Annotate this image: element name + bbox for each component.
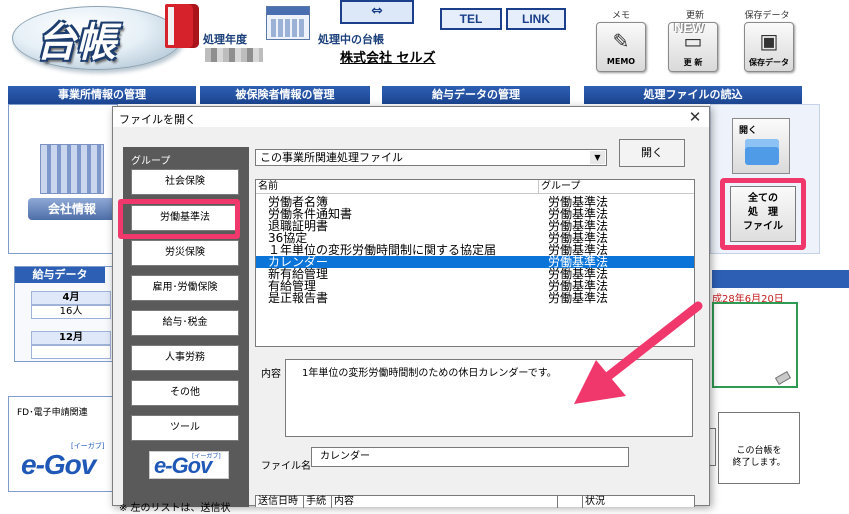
memo-pad-panel xyxy=(712,302,798,388)
calendar-icon[interactable] xyxy=(266,6,310,40)
content-label: 内容 xyxy=(261,369,281,380)
file-list-header: 名前 グループ xyxy=(256,180,694,194)
label-current-ledger: 処理中の台帳 xyxy=(318,33,384,46)
new-badge: NEW xyxy=(674,20,705,35)
file-row[interactable]: 新有給管理 労働基準法 xyxy=(256,268,694,280)
salary-count-dec xyxy=(31,345,111,359)
column-header-group[interactable]: グループ xyxy=(538,180,580,194)
memo-caption: メモ xyxy=(611,11,630,21)
open-file-button[interactable]: 開く xyxy=(732,118,790,174)
close-ledger-label: この台帳を 終了します。 xyxy=(732,446,786,468)
backup-caption: 保存データ xyxy=(744,11,790,21)
app-header: 台帳 処理年度 処理中の台帳 株式会社 セルズ ⇔ TEL LINK メモ 更新… xyxy=(0,0,849,80)
processing-year-value-redacted xyxy=(205,48,263,62)
group-button-salary-tax[interactable]: 給与･税金 xyxy=(131,310,239,336)
office-info-label: 会社情報 xyxy=(28,198,116,220)
content-description-text: 1年単位の変形労働時間制のための休日カレンダーです。 xyxy=(302,368,557,379)
dialog-title: ファイルを開く xyxy=(119,113,196,126)
group-button-tools[interactable]: ツール xyxy=(131,415,239,441)
log-column-status[interactable]: 状況 xyxy=(582,496,692,508)
egov-logo: e-Gov xyxy=(154,453,212,478)
fd-label: FD･電子申請関連 xyxy=(17,408,88,418)
salary-month-apr[interactable]: 4月 xyxy=(31,291,111,305)
salary-data-panel: 給与データ 4月 16人 12月 xyxy=(14,266,120,362)
file-scope-select[interactable]: この事業所関連処理ファイル ▼ xyxy=(255,149,607,166)
update-button-label: 更 新 xyxy=(683,58,703,67)
egov-logo[interactable]: e-Gov xyxy=(21,449,96,481)
close-icon[interactable]: ✕ xyxy=(685,108,705,126)
group-button-workers-comp[interactable]: 労災保険 xyxy=(131,240,239,266)
column-header-name[interactable]: 名前 xyxy=(258,180,278,194)
open-file-caption: 開く xyxy=(739,126,758,136)
backup-button[interactable]: ▣ 保存データ xyxy=(744,22,794,72)
egov-dialog-button[interactable]: [イーガブ] e-Gov xyxy=(149,451,229,479)
file-row[interactable]: 退職証明書 労働基準法 xyxy=(256,220,694,232)
highlight-box-labor-standards xyxy=(118,199,240,239)
tab-salary-data[interactable]: 給与データの管理 xyxy=(382,86,570,104)
fd-electronic-panel: FD･電子申請関連 [イーガブ] e-Gov xyxy=(8,396,118,492)
pink-arrow-annotation xyxy=(574,301,703,404)
open-button[interactable]: 開く xyxy=(619,139,685,167)
filename-input[interactable]: カレンダー xyxy=(311,447,629,467)
file-scope-select-value: この事業所関連処理ファイル xyxy=(260,151,403,164)
salary-month-dec[interactable]: 12月 xyxy=(31,331,111,345)
section-strip xyxy=(712,270,849,288)
memo-icon: ✎ xyxy=(612,29,630,53)
memo-button-label: MEMO xyxy=(606,57,636,66)
log-column-content[interactable]: 内容 xyxy=(332,496,558,508)
chevron-down-icon[interactable]: ▼ xyxy=(590,151,605,164)
close-ledger-button[interactable]: この台帳を 終了します。 xyxy=(718,412,800,484)
book-icon xyxy=(165,4,199,48)
company-name: 株式会社 セルズ xyxy=(340,51,436,66)
memo-button[interactable]: ✎ MEMO xyxy=(596,22,646,72)
salary-data-header: 給与データ xyxy=(15,267,105,283)
tab-insured-info[interactable]: 被保険者情報の管理 xyxy=(200,86,370,104)
app-logo-text: 台帳 xyxy=(36,19,116,66)
tel-button[interactable]: TEL xyxy=(440,8,502,30)
group-panel: グループ 社会保険 労働基準法 労災保険 雇用･労働保険 給与･税金 人事労務 … xyxy=(118,147,249,507)
notice-text: ※ 左のリストは、送信状 xyxy=(119,503,231,514)
briefcase-icon: ▣ xyxy=(759,29,779,53)
highlight-box-all-files xyxy=(720,178,806,250)
office-info-button[interactable]: 会社情報 xyxy=(28,140,116,222)
group-button-hr-labor[interactable]: 人事労務 xyxy=(131,345,239,371)
log-column-procedure[interactable]: 手続 xyxy=(304,496,332,508)
link-button[interactable]: LINK xyxy=(506,8,566,30)
tab-process-files[interactable]: 処理ファイルの読込 xyxy=(584,86,802,104)
dialog-titlebar[interactable]: ファイルを開く ✕ xyxy=(113,107,709,127)
eraser-icon[interactable] xyxy=(774,371,792,385)
folder-icon xyxy=(745,139,779,165)
backup-button-label: 保存データ xyxy=(749,58,789,67)
group-button-employment-labor[interactable]: 雇用･労働保険 xyxy=(131,275,239,301)
log-column-sent-datetime[interactable]: 送信日時 xyxy=(256,496,304,508)
switch-ledger-button[interactable]: ⇔ xyxy=(340,0,414,24)
tab-office-info[interactable]: 事業所情報の管理 xyxy=(8,86,196,104)
salary-count-apr: 16人 xyxy=(31,305,111,319)
group-button-other[interactable]: その他 xyxy=(131,380,239,406)
file-name: 是正報告書 xyxy=(268,291,329,305)
filename-label: ファイル名 xyxy=(261,461,311,472)
building-icon xyxy=(40,144,104,194)
group-button-social-insurance[interactable]: 社会保険 xyxy=(131,169,239,195)
label-processing-year: 処理年度 xyxy=(203,33,247,46)
group-caption: グループ xyxy=(131,156,171,167)
submission-log-header: 送信日時 手続 内容 状況 xyxy=(255,495,695,508)
